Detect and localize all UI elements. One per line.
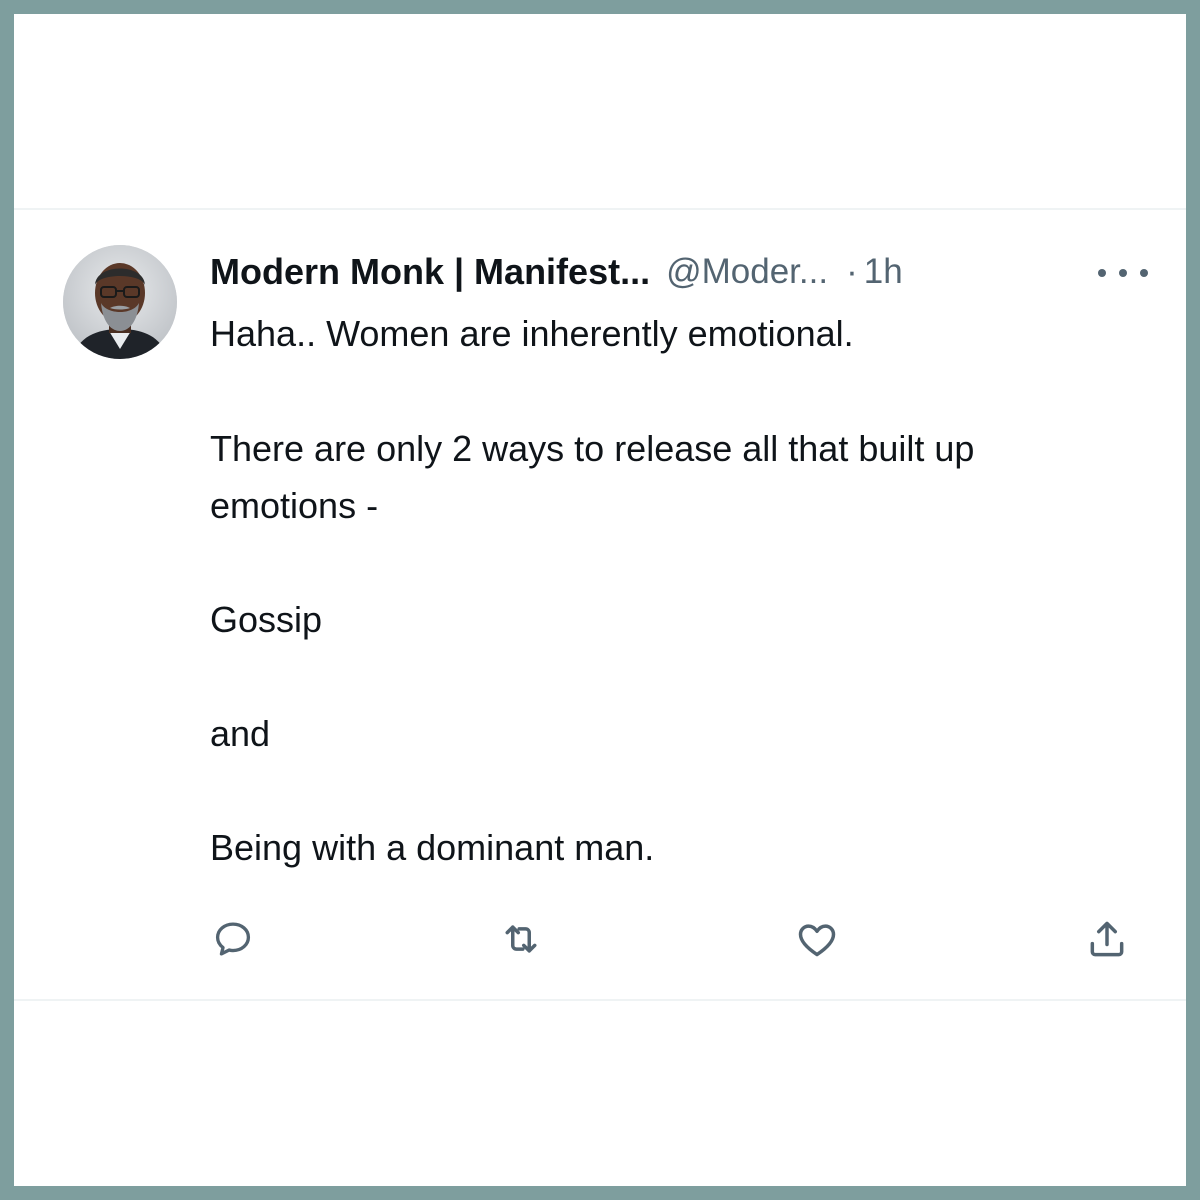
more-dots-icon[interactable] (1098, 258, 1148, 288)
profile-photo-icon (63, 245, 177, 359)
retweet-icon (505, 925, 537, 953)
tweet-text-line: and (210, 713, 271, 754)
reply-icon (215, 922, 251, 956)
tweet-text-line: There are only 2 ways to release all tha… (210, 428, 975, 469)
user-handle[interactable]: @Moder... (666, 252, 828, 292)
display-name[interactable]: Modern Monk | Manifest... (210, 251, 650, 293)
dot (1098, 269, 1106, 277)
tweet-card: Modern Monk | Manifest... @Moder... · 1h… (14, 14, 1186, 1186)
separator-dot: · (846, 252, 858, 291)
tweet-text-line: Haha.. Women are inherently emotional. (210, 313, 854, 354)
reply-button[interactable] (208, 914, 258, 964)
avatar[interactable] (63, 245, 177, 359)
tweet-header: Modern Monk | Manifest... @Moder... · 1h (210, 248, 903, 296)
like-button[interactable] (792, 914, 842, 964)
tweet-text-line: Being with a dominant man. (210, 827, 655, 868)
top-divider (14, 208, 1186, 210)
share-icon (1090, 921, 1124, 957)
tweet-text-line: Gossip (210, 599, 323, 640)
bottom-divider (14, 999, 1186, 1001)
dot (1140, 269, 1148, 277)
tweet-time[interactable]: 1h (864, 252, 903, 292)
dot (1119, 269, 1127, 277)
heart-icon (798, 924, 836, 957)
retweet-button[interactable] (496, 914, 546, 964)
share-button[interactable] (1082, 914, 1132, 964)
tweet-text-line: emotions - (210, 485, 379, 526)
